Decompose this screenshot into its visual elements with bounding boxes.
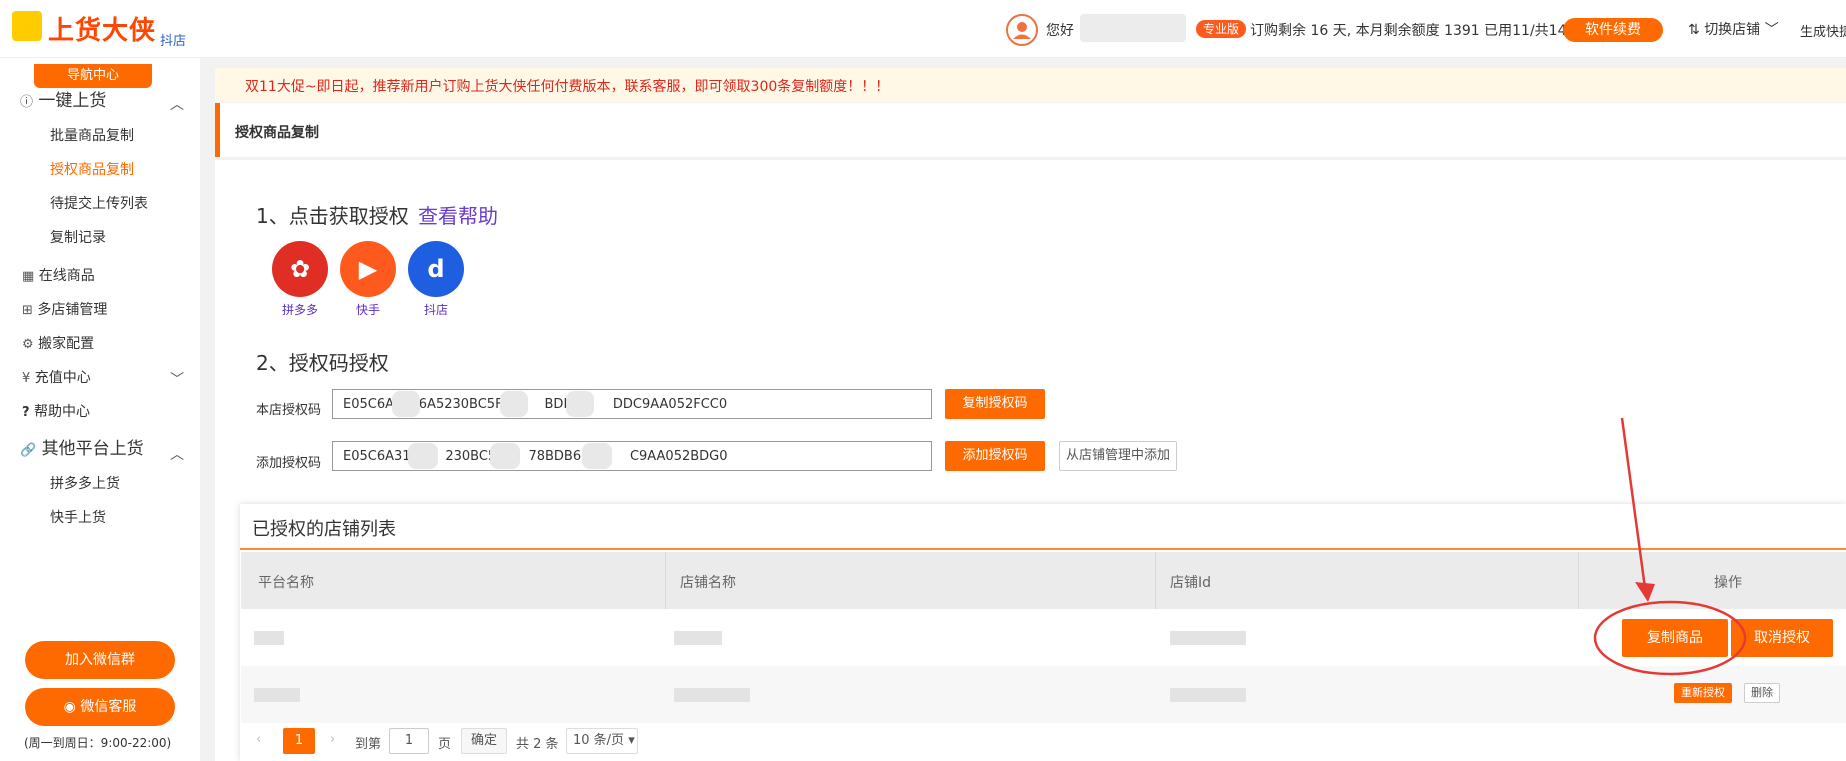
annotation-overlay (1593, 417, 1747, 676)
annotation-circle (1593, 600, 1747, 676)
annotation-arrow (1620, 417, 1655, 602)
